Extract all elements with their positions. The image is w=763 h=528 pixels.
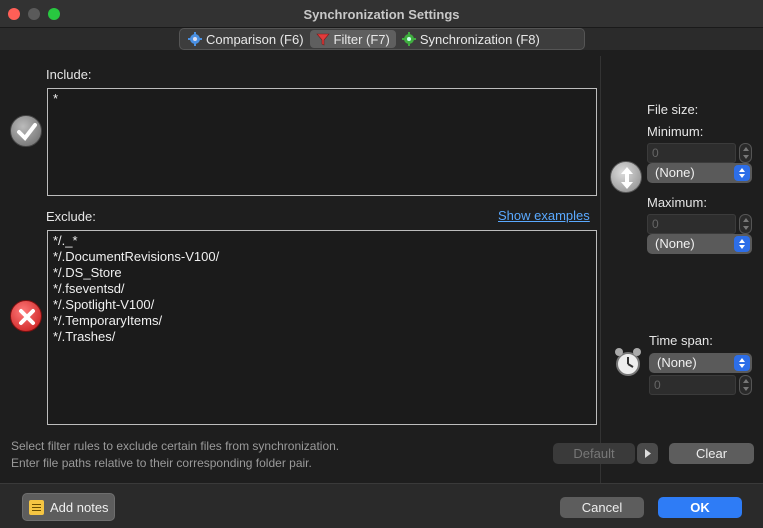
default-button[interactable]: Default [553,443,635,464]
hint-line-1: Select filter rules to exclude certain f… [11,439,340,453]
file-size-icon [610,161,642,193]
select-arrow-icon [734,236,750,252]
tab-comparison-label: Comparison (F6) [206,31,304,47]
exclude-line: */._* [53,233,78,248]
minimum-label: Minimum: [647,124,704,139]
minimum-unit-value: (None) [655,165,695,180]
tab-synchronization[interactable]: Synchronization (F8) [396,30,546,48]
ok-button[interactable]: OK [658,497,742,518]
exclude-textarea[interactable]: */._* */.DocumentRevisions-V100/ */.DS_S… [47,230,597,425]
vertical-divider [600,56,601,483]
gear-icon [188,32,202,46]
include-line: * [53,91,59,106]
select-arrow-icon [734,165,750,181]
maximum-label: Maximum: [647,195,707,210]
maximum-unit-select[interactable]: (None) [647,234,752,254]
time-span-label: Time span: [649,333,713,348]
hint-line-2: Enter file paths relative to their corre… [11,456,312,470]
title-bar: Synchronization Settings [0,0,763,28]
time-span-select[interactable]: (None) [649,353,752,373]
add-notes-label: Add notes [50,499,109,515]
exclude-line: */.Spotlight-V100/ [53,297,155,312]
exclude-line: */.fseventsd/ [53,281,125,296]
tab-filter-label: Filter (F7) [333,31,390,47]
minimum-size-input[interactable]: 0 [647,143,736,163]
clear-button[interactable]: Clear [669,443,754,464]
tab-comparison[interactable]: Comparison (F6) [182,30,310,48]
add-notes-button[interactable]: Add notes [22,493,115,521]
maximum-unit-value: (None) [655,236,695,251]
maximum-size-stepper[interactable] [739,214,752,234]
tab-filter[interactable]: Filter (F7) [309,30,396,48]
include-label: Include: [46,67,92,82]
window-title: Synchronization Settings [303,7,460,22]
minimum-unit-select[interactable]: (None) [647,163,752,183]
exclude-line: */.TemporaryItems/ [53,313,163,328]
file-size-label: File size: [647,102,699,117]
select-arrow-icon [734,355,750,371]
sync-gear-icon [401,32,416,46]
maximum-size-input[interactable]: 0 [647,214,736,234]
tab-synchronization-label: Synchronization (F8) [419,31,540,47]
show-examples-link[interactable]: Show examples [498,208,590,223]
time-span-value: (None) [657,355,697,370]
tab-bar: Comparison (F6) Filter (F7) Synchronizat… [179,28,585,50]
time-span-input[interactable]: 0 [649,375,736,395]
time-span-stepper[interactable] [739,375,752,395]
minimum-size-stepper[interactable] [739,143,752,163]
alarm-clock-icon [615,348,641,376]
play-arrow-icon [645,449,651,458]
include-textarea[interactable]: * [47,88,597,196]
default-menu-button[interactable] [637,443,658,464]
exclude-line: */.DS_Store [53,265,122,280]
funnel-icon [315,33,330,46]
exclude-line: */.DocumentRevisions-V100/ [53,249,220,264]
exclude-x-icon [10,300,42,332]
include-check-icon [10,115,42,147]
cancel-button[interactable]: Cancel [560,497,644,518]
exclude-label: Exclude: [46,209,96,224]
exclude-line: */.Trashes/ [53,329,116,344]
notes-icon [29,499,44,515]
